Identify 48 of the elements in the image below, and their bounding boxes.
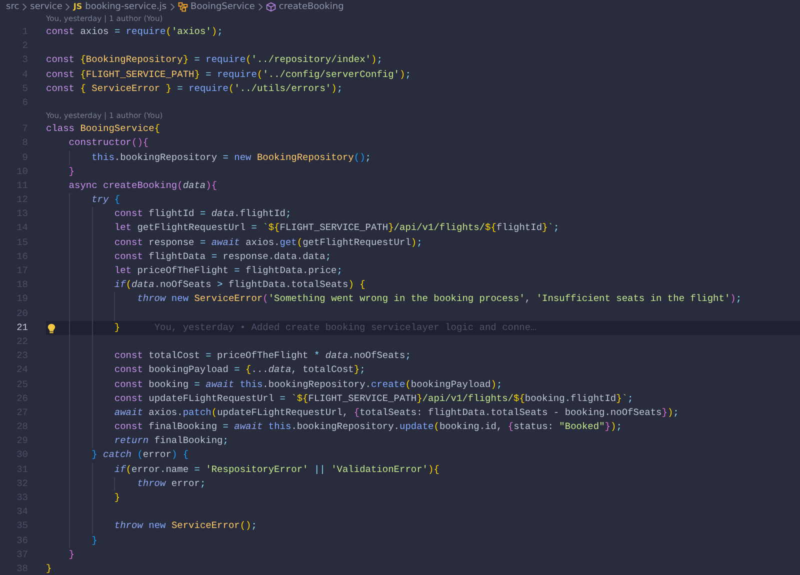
code-line: await axios.patch(updateFLightRequestUrl, {totalSeats: flightData.totalSeats - booking.noOfSeats}); — [114, 406, 679, 420]
breadcrumb-item[interactable]: service — [30, 2, 62, 12]
code-line: } — [114, 320, 120, 335]
code-line: const bookingPayload = {...data, totalCost}; — [114, 363, 366, 378]
js-file-icon: JS — [73, 2, 82, 11]
code-line: } — [46, 562, 52, 575]
code-line: const axios = require('axios'); — [46, 25, 223, 39]
code-line: try { — [92, 193, 120, 208]
code-line: const finalBooking = await this.bookingRepository.update(booking.id, {status: "Booked"}); — [114, 420, 622, 434]
code-line: const {FLIGHT_SERVICE_PATH} = require('../config/serverConfig'); — [46, 68, 411, 82]
code-line: let priceOfTheFlight = flightData.price; — [114, 264, 342, 278]
breadcrumb-item[interactable]: JS booking-service.js — [73, 2, 167, 12]
code-line: } — [114, 491, 120, 505]
code-line: let getFlightRequestUrl = `${FLIGHT_SERVICE_PATH}/api/v1/flights/${flightId}`; — [114, 221, 560, 236]
code-line: return finalBooking; — [114, 434, 228, 448]
line-number: 21 — [16, 320, 28, 335]
code-line: const { ServiceError } = require('../utils/errors'); — [46, 82, 343, 96]
code-line: } — [68, 548, 74, 562]
code-line: } catch (error) { — [92, 448, 189, 462]
code-line: constructor(){ — [68, 136, 149, 150]
code-line: const booking = await this.bookingRepository.create(bookingPayload); — [114, 378, 502, 392]
code-line: const updateFLightRequestUrl = `${FLIGHT_SERVICE_PATH}/api/v1/flights/${booking.flightId}`; — [114, 392, 634, 406]
code-line: const response = await axios.get(getFlightRequestUrl); — [114, 236, 422, 250]
code-line: const {BookingRepository} = require('../repository/index'); — [46, 53, 382, 68]
code-line: throw error; — [137, 476, 206, 491]
code-line: if(data.noOfSeats > flightData.totalSeats) { — [114, 278, 366, 292]
chevron-icon — [258, 2, 263, 10]
code-line: throw new ServiceError(); — [114, 519, 257, 534]
chevron-icon — [170, 2, 175, 10]
code-line: class BooingService{ — [46, 122, 160, 136]
breadcrumb-item[interactable]: BooingService — [178, 2, 255, 12]
chevron-icon — [22, 2, 28, 10]
code-line: } — [92, 534, 98, 548]
code-line: } — [68, 164, 74, 179]
breadcrumb-item[interactable]: createBooking — [266, 2, 344, 12]
code-line: const totalCost = priceOfTheFlight * data.noOfSeats; — [114, 349, 411, 364]
inline-blame-text: You, yesterday • Added create booking servicelayer logic and conne… — [154, 320, 536, 335]
code-line: const flightData = response.data.data; — [114, 250, 332, 264]
code-line: async createBooking(data){ — [68, 178, 218, 193]
cube-icon — [266, 2, 276, 12]
chevron-icon — [65, 2, 70, 10]
code-line: if(error.name = 'RespositoryError' || 'ValidationError'){ — [114, 462, 440, 477]
code-line: const flightId = data.flightId; — [114, 207, 292, 222]
code-line: this.bookingRepository = new BookingRepository(); — [92, 150, 371, 164]
lightbulb-icon[interactable] — [47, 322, 56, 334]
breadcrumb-item[interactable]: src — [6, 2, 20, 12]
code-line: throw new ServiceError('Something went wrong in the booking process', 'Insufficient seats in the flight'); — [137, 292, 742, 306]
class-icon — [178, 2, 188, 12]
